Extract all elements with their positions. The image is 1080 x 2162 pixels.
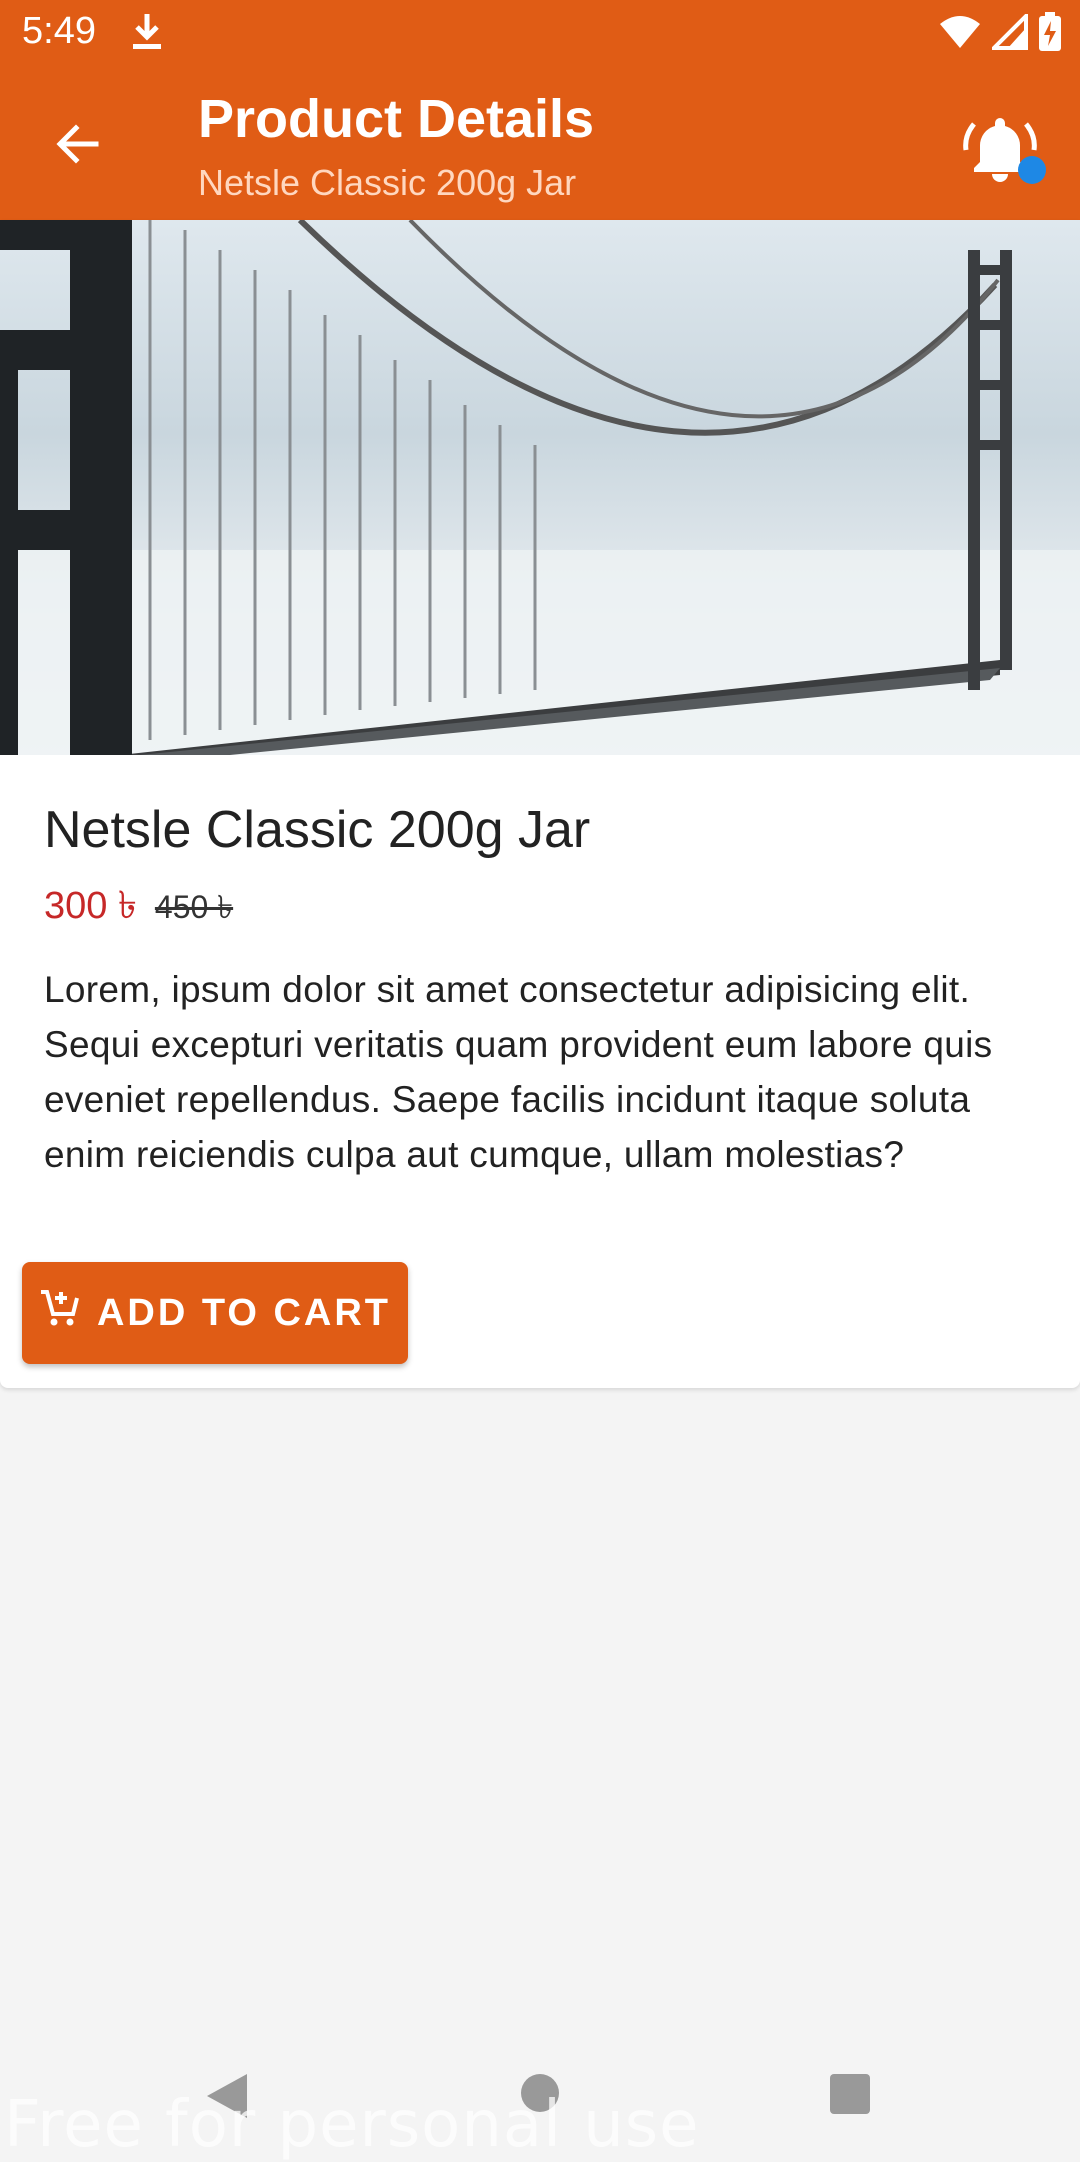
back-button[interactable] [46,114,110,178]
download-icon [130,12,164,57]
watermark-text: Free for personal use [4,2088,700,2162]
product-card: Netsle Classic 200g Jar 300 ৳ 450 ৳ Lore… [0,220,1080,1388]
status-time: 5:49 [22,10,96,52]
product-image [0,220,1080,755]
status-icons [938,11,1062,57]
add-to-cart-label: ADD TO CART [96,1291,392,1334]
top-app-bar: 5:49 Product Details Netsle Classic 200g… [0,0,1080,220]
add-cart-icon [39,1288,79,1338]
notification-badge [1018,156,1046,184]
current-price: 300 ৳ [44,885,137,927]
add-to-cart-button[interactable]: ADD TO CART [22,1262,408,1364]
arrow-back-icon [54,120,102,173]
price-row: 300 ৳ 450 ৳ [44,876,233,940]
app-bar: Product Details Netsle Classic 200g Jar [0,66,1080,220]
page-subtitle: Netsle Classic 200g Jar [198,162,577,203]
notifications-button[interactable] [960,110,1046,190]
battery-charging-icon [1038,12,1062,57]
wifi-icon [938,14,982,55]
product-description: Lorem, ipsum dolor sit amet consectetur … [44,969,993,1175]
nav-recents-icon[interactable] [830,2074,870,2114]
signal-icon [989,11,1028,55]
status-bar: 5:49 [0,0,1080,66]
product-name: Netsle Classic 200g Jar [44,801,591,859]
old-price: 450 ৳ [154,889,234,925]
page-title: Product Details [198,89,595,149]
